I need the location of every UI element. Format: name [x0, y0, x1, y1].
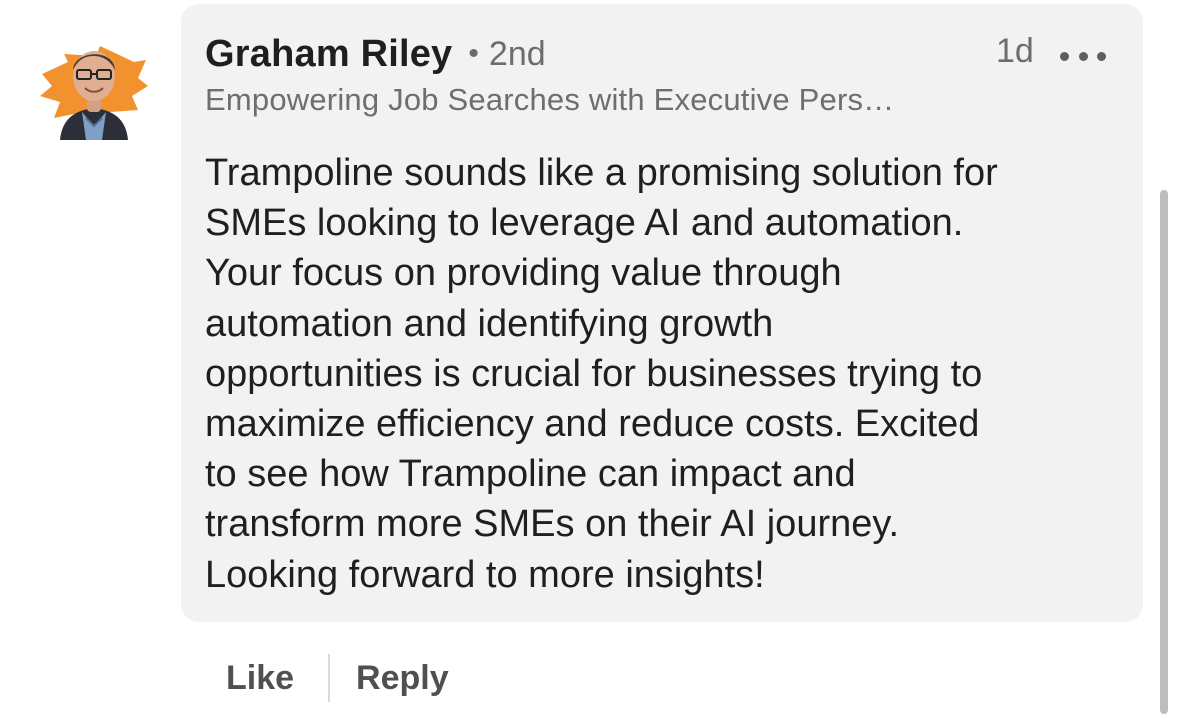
- comment-timestamp: 1d: [996, 32, 1034, 70]
- scrollbar[interactable]: [1160, 190, 1168, 714]
- reply-button[interactable]: Reply: [356, 659, 449, 698]
- comment-header: Graham Riley • 2nd: [205, 30, 546, 78]
- more-options-icon[interactable]: [1060, 46, 1106, 66]
- author-avatar[interactable]: [38, 26, 148, 140]
- comment-actions: Like Reply: [226, 652, 449, 704]
- more-dot: [1060, 51, 1069, 61]
- more-dot: [1078, 51, 1088, 61]
- like-button[interactable]: Like: [226, 659, 294, 698]
- connection-degree: 2nd: [488, 34, 546, 73]
- more-dot: [1097, 51, 1106, 61]
- comment-text: Trampoline sounds like a promising solut…: [205, 152, 998, 596]
- author-name[interactable]: Graham Riley: [205, 33, 452, 76]
- profile-photo-icon: [40, 46, 148, 140]
- author-headline: Empowering Job Searches with Executive P…: [205, 82, 895, 117]
- action-divider: [328, 654, 331, 702]
- separator-dot: •: [468, 37, 479, 70]
